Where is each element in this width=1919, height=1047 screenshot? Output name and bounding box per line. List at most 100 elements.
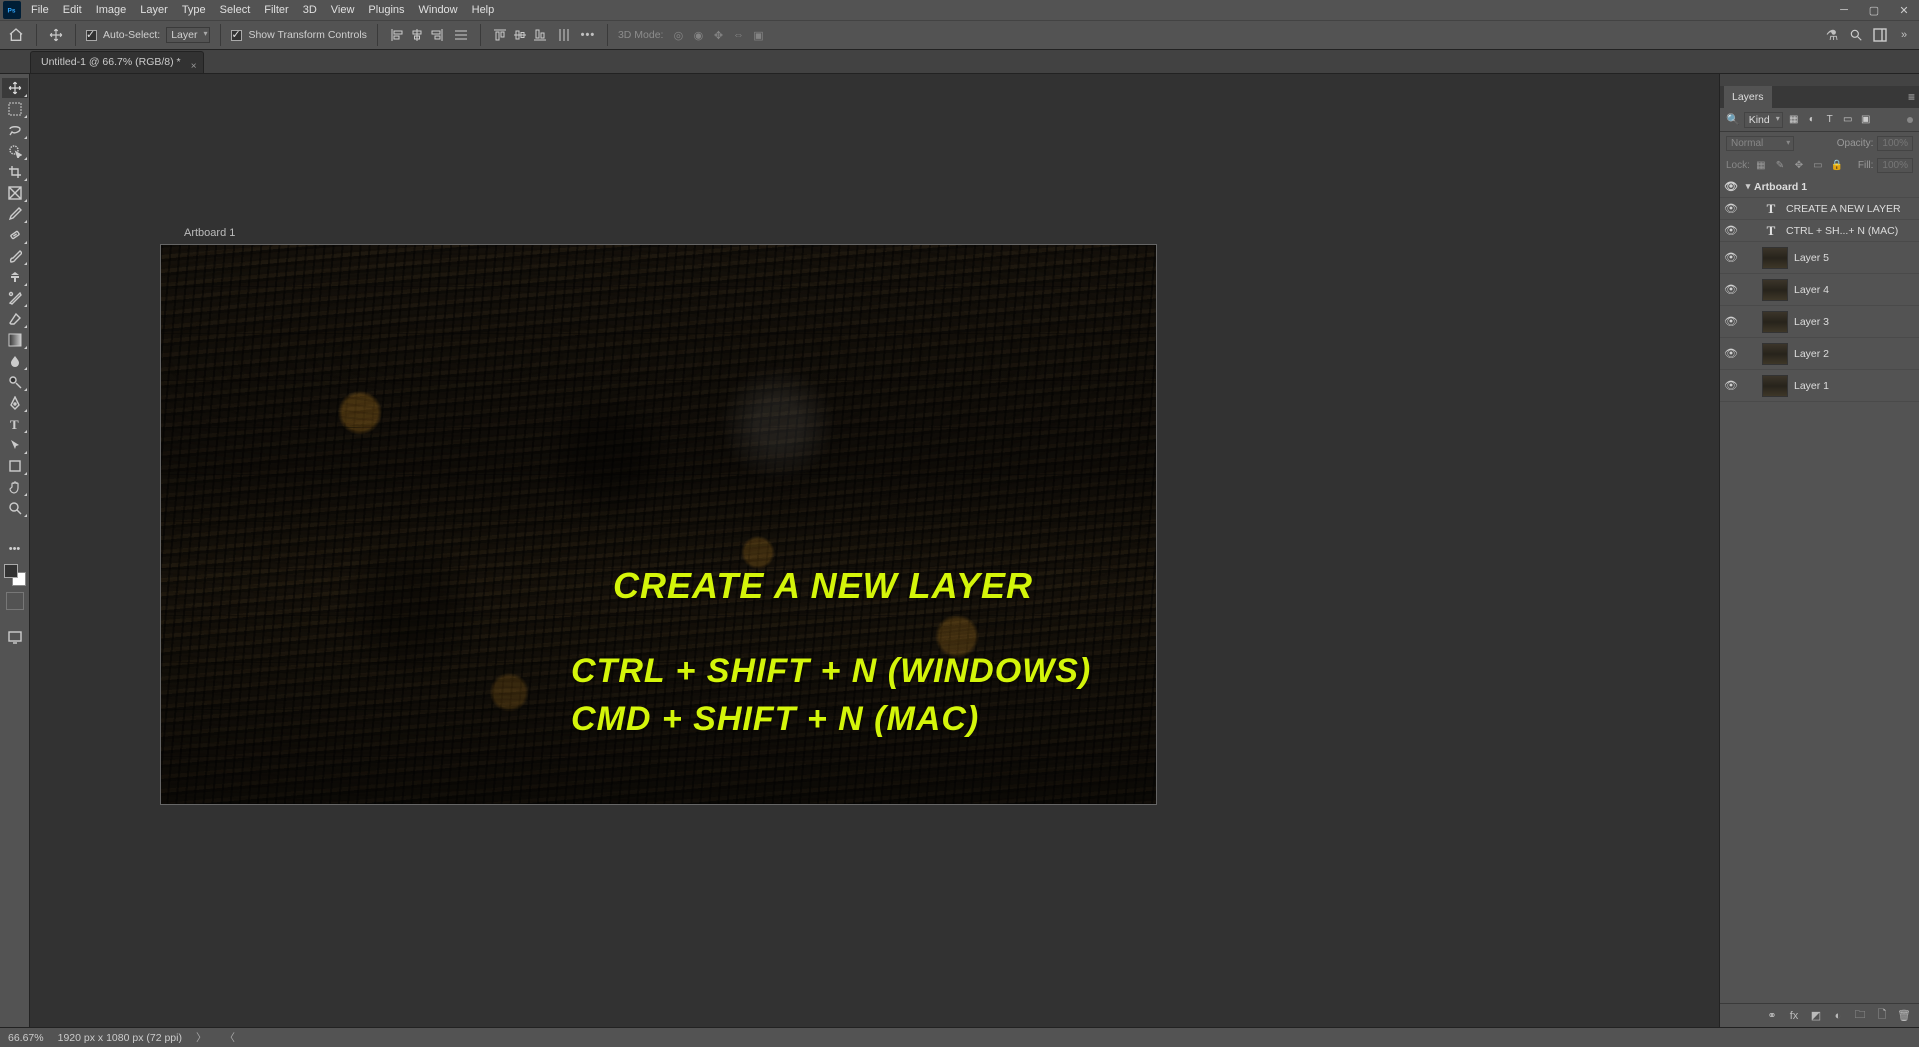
panel-menu-icon[interactable]: ≡ [1908,90,1915,104]
layer-name[interactable]: CREATE A NEW LAYER [1786,203,1901,215]
history-brush-tool[interactable] [2,288,28,308]
path-select-tool[interactable] [2,435,28,455]
menu-item-layer[interactable]: Layer [133,0,175,20]
window-maximize-button[interactable]: ▢ [1859,0,1889,20]
artboard[interactable]: CREATE A NEW LAYER CTRL + SHIFT + N (WIN… [161,245,1156,804]
lasso-tool[interactable] [2,120,28,140]
filter-adjust-icon[interactable]: ◐ [1805,113,1819,127]
visibility-toggle[interactable]: 👁 [1724,180,1738,193]
window-close-button[interactable]: ✕ [1889,0,1919,20]
menu-item-help[interactable]: Help [465,0,502,20]
layer-row[interactable]: 👁Layer 3 [1720,306,1919,338]
layer-name[interactable]: Layer 1 [1794,380,1829,392]
visibility-toggle[interactable]: 👁 [1724,251,1738,264]
quick-select-tool[interactable] [2,141,28,161]
move-tool-icon[interactable] [47,26,65,44]
visibility-toggle[interactable]: 👁 [1724,224,1738,237]
healing-tool[interactable] [2,225,28,245]
align-top-button[interactable] [491,26,509,44]
doc-info-chevron-icon[interactable]: 〉 [196,1030,207,1045]
layer-row[interactable]: 👁TCREATE A NEW LAYER [1720,198,1919,220]
lock-all-icon[interactable]: 🔒 [1830,158,1844,172]
link-layers-icon[interactable]: ⚭ [1765,1009,1779,1023]
artboard-caret-icon[interactable]: ▾ [1742,181,1754,192]
layer-name[interactable]: Layer 3 [1794,316,1829,328]
artboard-name[interactable]: Artboard 1 [1754,181,1807,193]
pen-tool[interactable] [2,393,28,413]
canvas-text-shortcuts[interactable]: CTRL + SHIFT + N (WINDOWS) CMD + SHIFT +… [571,648,1091,743]
brush-tool[interactable] [2,246,28,266]
eyedropper-tool[interactable] [2,204,28,224]
filter-smart-icon[interactable]: ▣ [1859,113,1873,127]
align-bottom-button[interactable] [531,26,549,44]
menu-item-file[interactable]: File [24,0,56,20]
panel-collapse-icon[interactable]: » [1895,26,1913,44]
layer-name[interactable]: Layer 2 [1794,348,1829,360]
zoom-tool[interactable] [2,498,28,518]
home-button[interactable] [6,25,26,45]
visibility-toggle[interactable]: 👁 [1724,202,1738,215]
align-vcenter-button[interactable] [511,26,529,44]
lock-position-icon[interactable]: ✥ [1792,158,1806,172]
color-swatches[interactable] [4,564,26,586]
crop-tool[interactable] [2,162,28,182]
auto-select-checkbox[interactable] [86,30,97,41]
screen-mode-button[interactable] [6,628,24,646]
layer-mask-icon[interactable]: ◩ [1809,1009,1823,1023]
frame-tool[interactable] [2,183,28,203]
canvas-text-title[interactable]: CREATE A NEW LAYER [613,565,1033,607]
menu-item-image[interactable]: Image [89,0,134,20]
group-layers-icon[interactable]: 🗀 [1853,1009,1867,1023]
panel-collapse-strip[interactable] [1720,74,1919,86]
fill-value[interactable]: 100% [1877,158,1913,173]
layer-name[interactable]: CTRL + SH...+ N (MAC) [1786,225,1898,237]
layers-panel-tab[interactable]: Layers [1724,86,1772,108]
layer-row[interactable]: 👁Layer 2 [1720,338,1919,370]
blend-mode-select[interactable]: Normal [1726,136,1794,151]
artboard-row[interactable]: 👁 ▾ Artboard 1 [1720,176,1919,198]
layer-row[interactable]: 👁TCTRL + SH...+ N (MAC) [1720,220,1919,242]
document-tab[interactable]: Untitled-1 @ 66.7% (RGB/8) * × [30,51,204,73]
layer-row[interactable]: 👁 Layer 1 [1720,370,1919,402]
filter-pixel-icon[interactable]: ▦ [1787,113,1801,127]
align-stack-button[interactable] [452,26,470,44]
zoom-level[interactable]: 66.67% [8,1032,44,1044]
move-tool[interactable] [2,78,28,98]
new-layer-icon[interactable]: 🗋 [1875,1009,1889,1023]
delete-layer-icon[interactable]: 🗑 [1897,1009,1911,1023]
layer-thumbnail[interactable] [1762,343,1788,365]
quick-mask-toggle[interactable] [6,592,24,610]
marquee-tool[interactable] [2,99,28,119]
lock-transparent-icon[interactable]: ▦ [1754,158,1768,172]
filter-toggle-switch[interactable] [1907,117,1913,123]
layer-thumbnail[interactable] [1762,311,1788,333]
pin-icon[interactable]: ⚗ [1823,26,1841,44]
menu-item-window[interactable]: Window [412,0,465,20]
eraser-tool[interactable] [2,309,28,329]
visibility-toggle[interactable]: 👁 [1724,283,1738,296]
menu-item-filter[interactable]: Filter [257,0,295,20]
opacity-value[interactable]: 100% [1877,136,1913,151]
menu-item-select[interactable]: Select [213,0,258,20]
filter-search-icon[interactable]: 🔍 [1726,113,1740,126]
clone-stamp-tool[interactable] [2,267,28,287]
shape-tool[interactable] [2,456,28,476]
visibility-toggle[interactable]: 👁 [1724,379,1738,392]
layer-thumbnail[interactable] [1762,375,1788,397]
menu-item-view[interactable]: View [324,0,362,20]
window-minimize-button[interactable]: ─ [1829,0,1859,20]
lock-artboard-icon[interactable]: ▭ [1811,158,1825,172]
layer-row[interactable]: 👁Layer 4 [1720,274,1919,306]
gradient-tool[interactable] [2,330,28,350]
layer-row[interactable]: 👁Layer 5 [1720,242,1919,274]
layer-style-icon[interactable]: fx [1787,1009,1801,1023]
layer-thumbnail[interactable] [1762,247,1788,269]
menu-item-plugins[interactable]: Plugins [361,0,411,20]
adjustment-layer-icon[interactable]: ◐ [1831,1009,1845,1023]
dodge-tool[interactable] [2,372,28,392]
workspace-switch-icon[interactable] [1871,26,1889,44]
filter-shape-icon[interactable]: ▭ [1841,113,1855,127]
hand-tool[interactable] [2,477,28,497]
lock-image-icon[interactable]: ✎ [1773,158,1787,172]
document-info[interactable]: 1920 px x 1080 px (72 ppi) [58,1032,182,1044]
